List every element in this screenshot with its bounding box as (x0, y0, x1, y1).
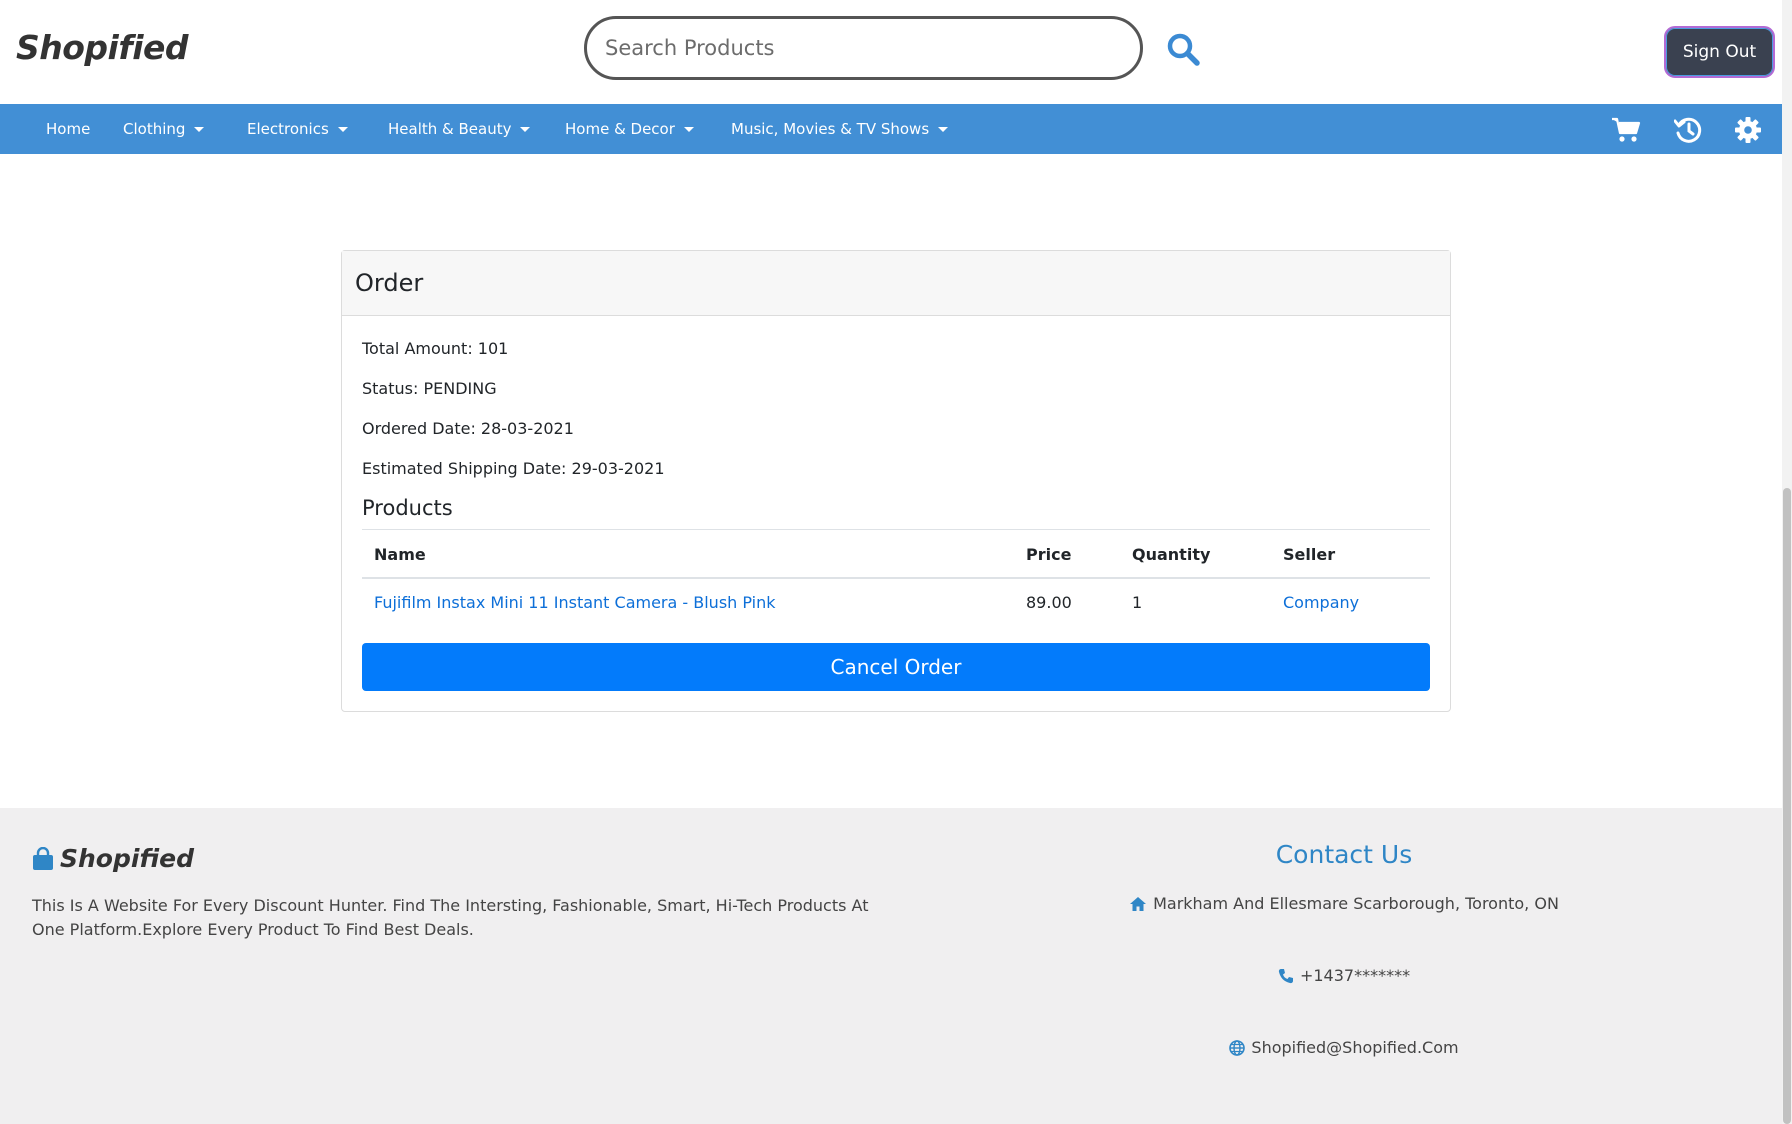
phone-icon (1278, 968, 1293, 983)
caret-down-icon (337, 126, 348, 132)
footer-description: This Is A Website For Every Discount Hun… (32, 896, 869, 939)
nav-item-electronics[interactable]: Electronics (247, 104, 348, 154)
contact-email-text: Shopified@Shopified.Com (1251, 1038, 1459, 1057)
order-card: Order Total Amount: 101 Status: PENDING … (341, 250, 1451, 712)
nav-item-home-decor[interactable]: Home & Decor (565, 104, 694, 154)
product-quantity: 1 (1132, 593, 1143, 612)
cart-button[interactable] (1610, 114, 1642, 146)
search-input[interactable] (584, 16, 1143, 80)
column-header-price: Price (1026, 545, 1072, 564)
contact-phone-text: +1437******* (1299, 966, 1411, 985)
column-header-quantity: Quantity (1132, 545, 1211, 564)
cart-icon (1612, 117, 1641, 142)
contact-email: Shopified@Shopified.Com (1100, 1038, 1588, 1057)
search-button[interactable] (1160, 26, 1206, 72)
product-name-link[interactable]: Fujifilm Instax Mini 11 Instant Camera -… (374, 593, 776, 612)
seller-link[interactable]: Company (1283, 593, 1359, 612)
settings-button[interactable] (1732, 114, 1764, 146)
nav-item-label: Electronics (247, 120, 329, 138)
order-ordered-date: Ordered Date: 28-03-2021 (362, 419, 574, 438)
order-history-button[interactable] (1672, 114, 1704, 146)
top-header: Shopified Sign Out (0, 0, 1792, 104)
table-header-row: Name Price Quantity Seller (362, 529, 1430, 579)
nav-item-home[interactable]: Home (46, 104, 90, 154)
nav-item-music-movies-tv[interactable]: Music, Movies & TV Shows (731, 104, 949, 154)
cancel-order-button[interactable]: Cancel Order (362, 643, 1430, 691)
contact-us-title: Contact Us (1275, 840, 1413, 869)
site-footer: Shopified This Is A Website For Every Di… (0, 808, 1782, 1124)
shopping-bag-icon (33, 846, 53, 870)
sign-out-button[interactable]: Sign Out (1664, 26, 1775, 78)
footer-logo[interactable]: Shopified (32, 844, 194, 873)
nav-item-clothing[interactable]: Clothing (123, 104, 205, 154)
site-logo[interactable]: Shopified (16, 28, 189, 67)
column-header-name: Name (374, 545, 426, 564)
nav-item-label: Home (46, 120, 91, 138)
category-navbar: Home Clothing Electronics Health & Beaut… (0, 104, 1792, 154)
nav-item-label: Health & Beauty (388, 120, 512, 138)
nav-item-label: Home & Decor (565, 120, 675, 138)
column-header-seller: Seller (1283, 545, 1336, 564)
products-table: Name Price Quantity Seller Fujifilm Inst… (362, 529, 1430, 629)
home-icon (1130, 896, 1147, 911)
contact-address: Markham And Ellesmare Scarborough, Toron… (1100, 894, 1588, 913)
caret-down-icon (938, 126, 949, 132)
nav-item-label: Clothing (123, 120, 186, 138)
gear-icon (1735, 117, 1761, 143)
footer-logo-text: Shopified (60, 844, 194, 873)
products-heading: Products (362, 496, 453, 520)
contact-phone: +1437******* (1100, 966, 1588, 985)
caret-down-icon (194, 126, 205, 132)
caret-down-icon (520, 126, 531, 132)
history-icon (1674, 117, 1702, 143)
table-row: Fujifilm Instax Mini 11 Instant Camera -… (362, 579, 1430, 629)
page-scrollbar-thumb[interactable] (1783, 488, 1791, 1124)
nav-item-label: Music, Movies & TV Shows (731, 120, 930, 138)
order-status: Status: PENDING (362, 379, 497, 398)
order-card-title: Order (342, 251, 1450, 316)
order-total-amount: Total Amount: 101 (362, 339, 509, 358)
order-shipping-date: Estimated Shipping Date: 29-03-2021 (362, 459, 665, 478)
search-icon (1167, 33, 1200, 66)
product-price: 89.00 (1026, 593, 1072, 612)
globe-icon (1229, 1039, 1246, 1056)
contact-address-text: Markham And Ellesmare Scarborough, Toron… (1153, 894, 1559, 913)
nav-item-health-beauty[interactable]: Health & Beauty (388, 104, 531, 154)
caret-down-icon (683, 126, 694, 132)
